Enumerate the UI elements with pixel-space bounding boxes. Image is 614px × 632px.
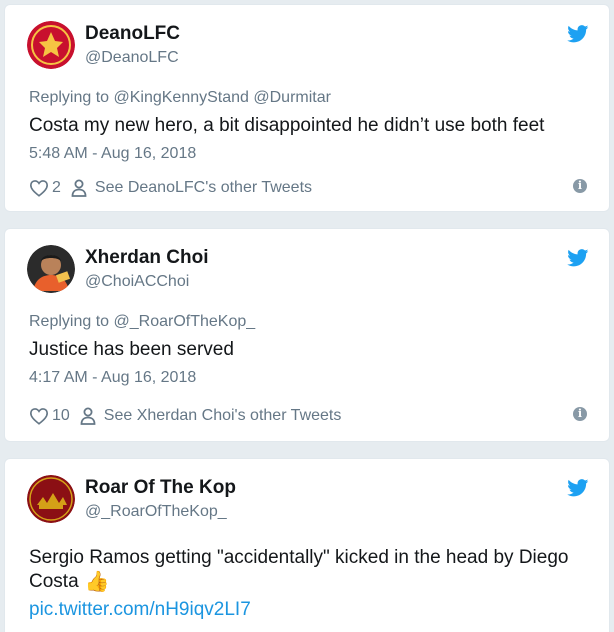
info-icon[interactable]: i: [573, 179, 587, 193]
info-icon[interactable]: i: [573, 407, 587, 421]
heart-icon[interactable]: [29, 179, 49, 197]
reply-context[interactable]: Replying to @KingKennyStand @Durmitar: [29, 89, 331, 107]
like-count: 10: [52, 407, 70, 424]
like-count: 2: [52, 179, 61, 196]
avatar[interactable]: [27, 245, 75, 293]
display-name[interactable]: DeanoLFC: [85, 23, 180, 45]
tweet-card[interactable]: Roar Of The Kop @_RoarOfTheKop_ Sergio R…: [4, 458, 610, 632]
tweet-text: Sergio Ramos getting "accidentally" kick…: [29, 547, 569, 568]
tweet-text-line-2: Costa: [29, 571, 79, 592]
user-handle[interactable]: @ChoiACChoi: [85, 273, 189, 291]
person-icon: [71, 179, 87, 197]
twitter-bird-icon[interactable]: [567, 249, 589, 267]
other-tweets-link[interactable]: See DeanoLFC's other Tweets: [95, 179, 312, 197]
tweet-text-continued: Costa 👍: [29, 569, 110, 595]
other-tweets-link[interactable]: See Xherdan Choi's other Tweets: [104, 407, 342, 425]
tweet-text: Justice has been served: [29, 339, 234, 360]
tweet-actions: 2 See DeanoLFC's other Tweets: [29, 177, 312, 199]
heart-icon[interactable]: [29, 407, 49, 425]
tweet-card[interactable]: DeanoLFC @DeanoLFC Replying to @KingKenn…: [4, 4, 610, 212]
tweet-text: Costa my new hero, a bit disappointed he…: [29, 115, 545, 136]
twitter-bird-icon[interactable]: [567, 25, 589, 43]
tweet-card[interactable]: Xherdan Choi @ChoiACChoi Replying to @_R…: [4, 228, 610, 442]
media-link[interactable]: pic.twitter.com/nH9iqv2LI7: [29, 599, 251, 621]
tweet-actions: 10 See Xherdan Choi's other Tweets: [29, 405, 341, 427]
tweet-timestamp[interactable]: 5:48 AM - Aug 16, 2018: [29, 145, 196, 163]
avatar[interactable]: [27, 475, 75, 523]
display-name[interactable]: Roar Of The Kop: [85, 477, 236, 499]
twitter-bird-icon[interactable]: [567, 479, 589, 497]
person-icon: [80, 407, 96, 425]
thumbs-up-icon: 👍: [84, 571, 110, 593]
tweet-feed: DeanoLFC @DeanoLFC Replying to @KingKenn…: [0, 0, 614, 632]
avatar[interactable]: [27, 21, 75, 69]
user-handle[interactable]: @_RoarOfTheKop_: [85, 503, 227, 521]
tweet-timestamp[interactable]: 4:17 AM - Aug 16, 2018: [29, 369, 196, 387]
reply-context[interactable]: Replying to @_RoarOfTheKop_: [29, 313, 255, 331]
display-name[interactable]: Xherdan Choi: [85, 247, 209, 269]
user-handle[interactable]: @DeanoLFC: [85, 49, 179, 67]
